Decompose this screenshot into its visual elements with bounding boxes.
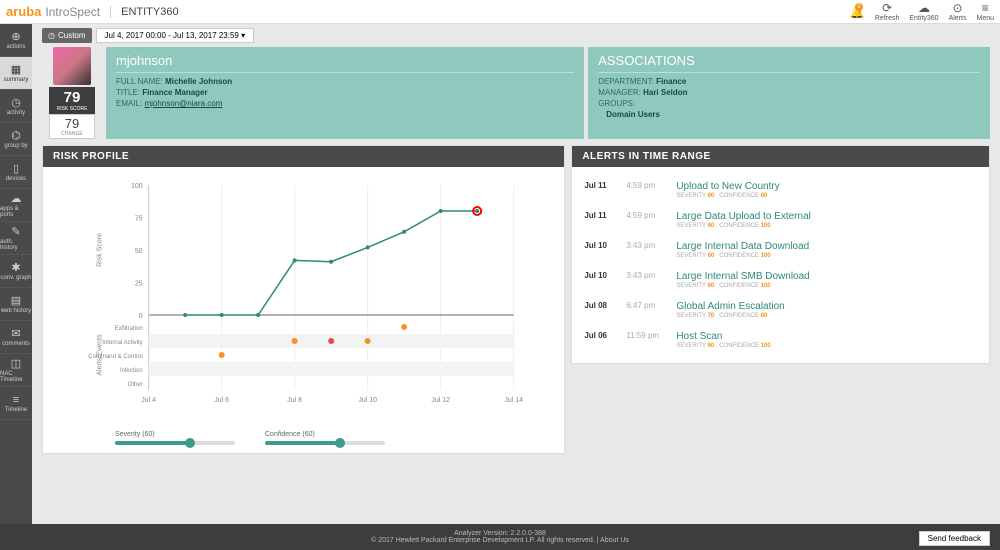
menu-icon: ≡ bbox=[982, 1, 989, 15]
about-link[interactable]: About Us bbox=[600, 537, 629, 544]
sidebar-item-summary[interactable]: ▦summary bbox=[0, 57, 32, 90]
footer-copyright: © 2017 Hewlett Packard Enterprise Develo… bbox=[371, 537, 595, 544]
sidebar-icon: ▦ bbox=[11, 63, 21, 76]
svg-text:Exfiltration: Exfiltration bbox=[115, 326, 143, 332]
sidebar-item-NACTimeline[interactable]: ◫NAC Timeline bbox=[0, 354, 32, 387]
entity360-button[interactable]: ☁ Entity360 bbox=[909, 1, 938, 22]
sidebar-item-Timeline[interactable]: ≡Timeline bbox=[0, 387, 32, 420]
avatar-box: 79 RISK SCORE 79 CHANGE bbox=[42, 47, 102, 139]
svg-text:Infection: Infection bbox=[120, 368, 143, 374]
footer: Analyzer Version: 2.2.0.0-388 © 2017 Hew… bbox=[0, 524, 1000, 550]
app-name: ENTITY360 bbox=[110, 6, 178, 18]
timerange-picker[interactable]: Jul 4, 2017 00:00 - Jul 13, 2017 23:59 ▾ bbox=[96, 28, 255, 43]
timerange-bar: ◷ Custom Jul 4, 2017 00:00 - Jul 13, 201… bbox=[42, 28, 990, 43]
risk-profile-heading: RISK PROFILE bbox=[43, 146, 564, 167]
sidebar: ⊕actions▦summary◷activity⌬group by▯devic… bbox=[0, 24, 32, 524]
associations-card: ASSOCIATIONS DEPARTMENT: Finance MANAGER… bbox=[588, 47, 990, 139]
svg-text:Internal Activity: Internal Activity bbox=[102, 340, 142, 346]
refresh-icon: ⟳ bbox=[882, 1, 892, 15]
svg-text:0: 0 bbox=[139, 313, 143, 320]
svg-text:Jul 14: Jul 14 bbox=[504, 397, 523, 404]
sidebar-icon: ✱ bbox=[11, 261, 20, 274]
sidebar-item-convgraph[interactable]: ✱conv. graph bbox=[0, 255, 32, 288]
alert-title: Upload to New Country bbox=[676, 181, 977, 192]
sidebar-icon: ⌬ bbox=[11, 129, 21, 142]
sidebar-item-activity[interactable]: ◷activity bbox=[0, 90, 32, 123]
sidebar-icon: ✎ bbox=[11, 225, 20, 238]
menu-button[interactable]: ≡ Menu bbox=[976, 1, 994, 22]
svg-text:Jul 6: Jul 6 bbox=[214, 397, 229, 404]
alerts-icon: ⊙ bbox=[953, 1, 963, 15]
alert-title: Large Internal SMB Download bbox=[676, 271, 977, 282]
alerts-button[interactable]: ⊙ Alerts bbox=[949, 1, 967, 22]
alert-item[interactable]: Jul 0611:59 pmHost ScanSEVERITY 60 CONFI… bbox=[584, 325, 977, 355]
svg-text:Jul 4: Jul 4 bbox=[141, 397, 156, 404]
svg-text:75: 75 bbox=[135, 216, 143, 223]
alert-title: Host Scan bbox=[676, 331, 977, 342]
sidebar-item-actions[interactable]: ⊕actions bbox=[0, 24, 32, 57]
svg-text:Command & Control: Command & Control bbox=[88, 354, 142, 360]
sidebar-icon: ≡ bbox=[13, 394, 19, 406]
notif-badge: 0 bbox=[855, 3, 863, 11]
send-feedback-button[interactable]: Send feedback bbox=[919, 531, 990, 546]
alerts-panel: ALERTS IN TIME RANGE Jul 114:59 pmUpload… bbox=[571, 145, 990, 364]
alert-item[interactable]: Jul 103:43 pmLarge Internal Data Downloa… bbox=[584, 235, 977, 265]
alert-item[interactable]: Jul 114:59 pmUpload to New CountrySEVERI… bbox=[584, 175, 977, 205]
avatar bbox=[53, 47, 91, 85]
svg-text:Jul 10: Jul 10 bbox=[358, 397, 377, 404]
timerange-mode-button[interactable]: ◷ Custom bbox=[42, 28, 92, 43]
footer-version: Analyzer Version: 2.2.0.0-388 bbox=[371, 530, 629, 537]
sidebar-icon: ▯ bbox=[13, 162, 19, 175]
sidebar-item-comments[interactable]: ✉comments bbox=[0, 321, 32, 354]
risk-score-box: 79 RISK SCORE bbox=[49, 87, 95, 114]
svg-text:Jul 8: Jul 8 bbox=[287, 397, 302, 404]
sidebar-item-appsports[interactable]: ☁apps & ports bbox=[0, 189, 32, 222]
associations-heading: ASSOCIATIONS bbox=[598, 53, 980, 68]
email-link[interactable]: mjohnson@niara.com bbox=[144, 99, 222, 108]
sidebar-icon: ◫ bbox=[11, 357, 21, 370]
risk-chart: 0 25 50 75 100 Jul 4 Jul 6 Jul 8 Jul 10 Jul 12 Jul… bbox=[55, 175, 552, 425]
sidebar-icon: ◷ bbox=[11, 96, 21, 109]
change-box: 79 CHANGE bbox=[49, 114, 95, 139]
alert-title: Global Admin Escalation bbox=[676, 301, 977, 312]
alert-item[interactable]: Jul 086:47 pmGlobal Admin EscalationSEVE… bbox=[584, 295, 977, 325]
notifications-button[interactable]: 🔔 0 bbox=[850, 5, 865, 19]
profile-username: mjohnson bbox=[116, 53, 574, 68]
content: ◷ Custom Jul 4, 2017 00:00 - Jul 13, 201… bbox=[32, 24, 1000, 524]
severity-slider[interactable]: Severity (60) bbox=[115, 431, 235, 445]
clock-icon: ◷ bbox=[48, 31, 55, 40]
brand-sub: IntroSpect bbox=[45, 5, 100, 19]
topbar: aruba IntroSpect ENTITY360 🔔 0 ⟳ Refresh… bbox=[0, 0, 1000, 24]
alert-item[interactable]: Jul 103:43 pmLarge Internal SMB Download… bbox=[584, 265, 977, 295]
cloud-icon: ☁ bbox=[918, 1, 930, 15]
alerts-heading: ALERTS IN TIME RANGE bbox=[572, 146, 989, 167]
profile-card: mjohnson FULL NAME: Michelle Johnson TIT… bbox=[106, 47, 584, 139]
refresh-button[interactable]: ⟳ Refresh bbox=[875, 1, 900, 22]
sidebar-item-webhistory[interactable]: ▤web history bbox=[0, 288, 32, 321]
svg-text:100: 100 bbox=[131, 183, 143, 190]
alert-item[interactable]: Jul 114:59 pmLarge Data Upload to Extern… bbox=[584, 205, 977, 235]
svg-text:50: 50 bbox=[135, 248, 143, 255]
sidebar-icon: ▤ bbox=[11, 294, 21, 307]
sidebar-icon: ✉ bbox=[11, 327, 20, 340]
alert-title: Large Data Upload to External bbox=[676, 211, 977, 222]
brand-name: aruba bbox=[6, 4, 41, 19]
sidebar-icon: ⊕ bbox=[11, 30, 20, 43]
confidence-slider[interactable]: Confidence (60) bbox=[265, 431, 385, 445]
svg-text:Other: Other bbox=[128, 382, 143, 388]
svg-text:Risk Score: Risk Score bbox=[97, 233, 104, 267]
alert-title: Large Internal Data Download bbox=[676, 241, 977, 252]
sidebar-icon: ☁ bbox=[11, 192, 22, 205]
sidebar-item-authhistory[interactable]: ✎auth. history bbox=[0, 222, 32, 255]
svg-text:25: 25 bbox=[135, 281, 143, 288]
risk-profile-panel: RISK PROFILE 0 25 50 75 100 Jul 4 Jul 6 Jul 8 Ju… bbox=[42, 145, 565, 454]
svg-text:Jul 12: Jul 12 bbox=[431, 397, 450, 404]
sidebar-item-devices[interactable]: ▯devices bbox=[0, 156, 32, 189]
sidebar-item-groupby[interactable]: ⌬group by bbox=[0, 123, 32, 156]
topbar-right: 🔔 0 ⟳ Refresh ☁ Entity360 ⊙ Alerts ≡ Men… bbox=[850, 1, 994, 22]
